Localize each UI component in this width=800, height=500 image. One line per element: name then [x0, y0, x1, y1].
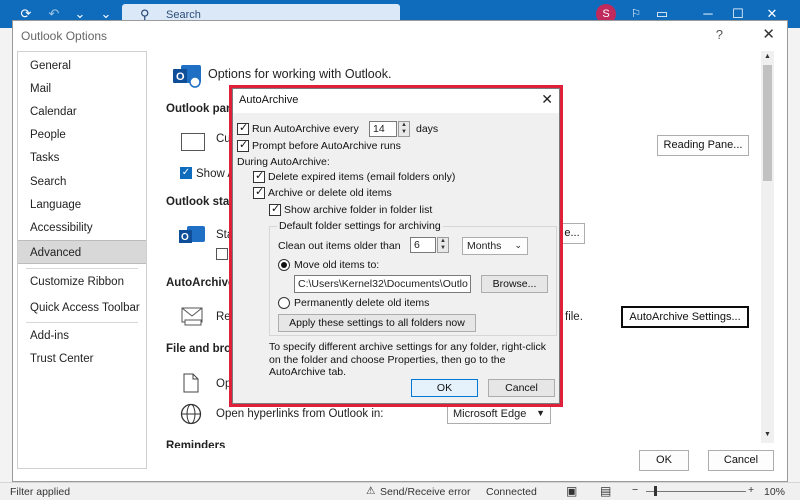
dialog-cancel-button[interactable]: Cancel: [488, 379, 555, 397]
options-ok-button[interactable]: OK: [639, 450, 689, 471]
nav-item-calendar[interactable]: Calendar: [18, 100, 146, 124]
outlook-options-icon: O: [173, 63, 203, 89]
clean-out-value-input[interactable]: 6: [410, 237, 436, 253]
section-reminders: Reminders: [166, 440, 226, 448]
nav-item-tasks[interactable]: Tasks: [18, 146, 146, 170]
archive-old-checkbox[interactable]: [253, 185, 265, 199]
run-autoarchive-checkbox[interactable]: [237, 121, 249, 135]
autoarchive-icon: [181, 306, 205, 326]
archive-path-input[interactable]: C:\Users\Kernel32\Documents\Outlo: [294, 275, 471, 293]
delete-expired-label: Delete expired items (email folders only…: [268, 171, 456, 183]
section-autoarchive: AutoArchive: [166, 277, 235, 289]
nav-divider: [26, 322, 138, 323]
globe-icon: [180, 403, 202, 425]
nav-divider: [26, 268, 138, 269]
options-window-title: Outlook Options: [21, 29, 108, 43]
status-connection: Connected: [486, 486, 537, 498]
nav-item-add-ins[interactable]: Add-ins: [18, 324, 146, 348]
scroll-up-icon[interactable]: ▲: [762, 53, 773, 63]
autoarchive-dialog: AutoArchive ✕ Run AutoArchive every 14 ▲…: [232, 88, 560, 404]
svg-text:O: O: [176, 71, 185, 83]
autoarchive-row-tail: file.: [565, 311, 583, 323]
reading-pane-button[interactable]: Reading Pane...: [657, 135, 749, 156]
spin-down-icon[interactable]: ▼: [438, 245, 448, 252]
show-checkbox[interactable]: ✓: [180, 167, 192, 179]
prompt-label: Prompt before AutoArchive runs: [252, 140, 401, 152]
hyperlinks-select[interactable]: Microsoft Edge ▼: [447, 404, 551, 424]
zoom-in-icon[interactable]: +: [748, 484, 754, 496]
move-old-items-radio[interactable]: [278, 259, 290, 271]
spin-down-icon[interactable]: ▼: [399, 129, 409, 136]
reading-view-icon[interactable]: ▤: [600, 484, 611, 498]
section-outlook-start: Outlook star: [166, 196, 234, 208]
options-header: Options for working with Outlook.: [208, 67, 392, 81]
group-label: Default folder settings for archiving: [277, 220, 443, 232]
info-text: To specify different archive settings fo…: [269, 341, 547, 379]
move-old-items-label: Move old items to:: [294, 259, 380, 271]
hyperlinks-select-value: Microsoft Edge: [453, 408, 527, 420]
permanently-delete-radio[interactable]: [278, 297, 290, 309]
nav-item-customize-ribbon[interactable]: Customize Ribbon: [18, 270, 146, 294]
browse-button[interactable]: Browse...: [481, 275, 548, 293]
nav-item-general[interactable]: General: [18, 54, 146, 78]
zoom-slider-thumb[interactable]: [654, 486, 657, 496]
prompt-checkbox[interactable]: [237, 138, 249, 152]
options-cancel-button[interactable]: Cancel: [708, 450, 774, 471]
run-every-spinner[interactable]: ▲ ▼: [398, 121, 410, 137]
run-every-unit: days: [416, 123, 439, 135]
normal-view-icon[interactable]: ▣: [566, 484, 577, 498]
chevron-down-icon: ⌄: [514, 240, 522, 250]
status-zoom: 10%: [764, 486, 786, 498]
options-close-icon[interactable]: ✕: [762, 25, 775, 43]
nav-item-advanced[interactable]: Advanced: [18, 240, 146, 264]
clean-out-unit-select[interactable]: Months ⌄: [462, 237, 528, 255]
warning-icon: ⚠: [366, 485, 376, 497]
dialog-title: AutoArchive: [239, 94, 299, 106]
dialog-ok-button[interactable]: OK: [411, 379, 478, 397]
zoom-out-icon[interactable]: −: [632, 484, 638, 496]
spin-up-icon[interactable]: ▲: [399, 122, 409, 129]
during-label: During AutoArchive:: [237, 156, 330, 168]
nav-item-language[interactable]: Language: [18, 193, 146, 217]
outlook-start-icon: O: [179, 225, 207, 247]
scroll-down-icon[interactable]: ▼: [762, 431, 773, 441]
nav-item-people[interactable]: People: [18, 123, 146, 147]
delete-expired-checkbox[interactable]: [253, 169, 265, 183]
show-archive-folder-label: Show archive folder in folder list: [284, 204, 433, 216]
zoom-slider[interactable]: [646, 491, 746, 492]
panes-icon: [181, 133, 205, 151]
status-filter: Filter applied: [10, 486, 71, 498]
scroll-thumb[interactable]: [763, 65, 772, 181]
nav-item-quick-access-toolbar[interactable]: Quick Access Toolbar: [18, 296, 146, 320]
nav-item-mail[interactable]: Mail: [18, 77, 146, 101]
hyperlinks-label: Open hyperlinks from Outlook in:: [216, 408, 384, 420]
dialog-close-icon[interactable]: ✕: [541, 91, 553, 108]
nav-item-search[interactable]: Search: [18, 170, 146, 194]
run-autoarchive-label: Run AutoArchive every: [252, 123, 359, 135]
start-checkbox[interactable]: [216, 248, 228, 260]
permanently-delete-label: Permanently delete old items: [294, 297, 430, 309]
autoarchive-settings-button[interactable]: AutoArchive Settings...: [621, 306, 749, 328]
help-icon[interactable]: ?: [716, 27, 723, 42]
apply-all-folders-button[interactable]: Apply these settings to all folders now: [278, 314, 476, 332]
spin-up-icon[interactable]: ▲: [438, 238, 448, 245]
archive-path-value: C:\Users\Kernel32\Documents\Outlo: [298, 278, 468, 290]
nav-item-trust-center[interactable]: Trust Center: [18, 347, 146, 371]
clean-out-label: Clean out items older than: [278, 240, 401, 252]
chevron-down-icon: ▼: [536, 408, 545, 418]
clean-out-unit-value: Months: [467, 240, 502, 252]
status-bar: Filter applied ⚠ Send/Receive error Conn…: [0, 482, 800, 500]
options-nav: General Mail Calendar People Tasks Searc…: [17, 51, 147, 469]
nav-item-accessibility[interactable]: Accessibility: [18, 216, 146, 240]
status-send-receive[interactable]: Send/Receive error: [380, 486, 470, 498]
archive-old-label: Archive or delete old items: [268, 187, 392, 199]
file-icon: [183, 373, 199, 393]
show-archive-folder-checkbox[interactable]: [269, 202, 281, 216]
clean-out-spinner[interactable]: ▲ ▼: [437, 237, 449, 253]
run-every-days-input[interactable]: 14: [369, 121, 397, 137]
svg-text:O: O: [181, 232, 189, 243]
